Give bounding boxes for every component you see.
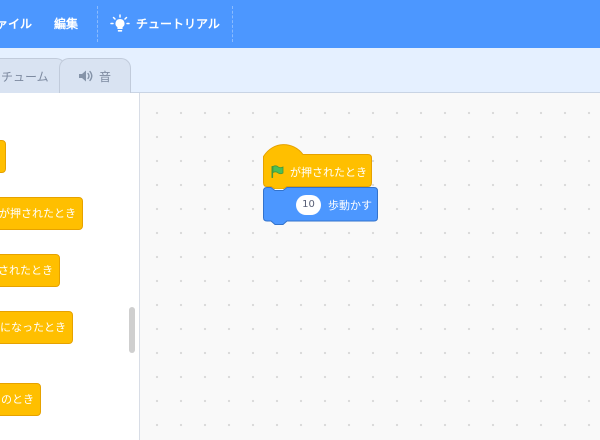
- menu-divider: [97, 6, 98, 42]
- tab-sounds[interactable]: 音: [59, 58, 131, 93]
- speaker-icon: [78, 69, 94, 83]
- palette-block-when-backdrop-switches[interactable]: になったとき: [0, 311, 73, 344]
- tab-sounds-label: 音: [99, 69, 112, 84]
- palette-block-when-sprite-clicked[interactable]: されたとき: [0, 254, 60, 287]
- when-flag-clicked-label: が押されたとき: [290, 166, 367, 179]
- palette-block-events[interactable]: [0, 140, 6, 173]
- move-steps-input[interactable]: 10: [296, 195, 321, 215]
- palette-block-when-greater-than[interactable]: のとき: [0, 383, 41, 416]
- lightbulb-icon: [110, 14, 130, 34]
- menu-bar: ァイル 編集 チュートリアル: [0, 0, 600, 48]
- block-palette: が押されたとき されたとき になったとき のとき: [0, 93, 140, 440]
- menu-edit[interactable]: 編集: [54, 0, 78, 48]
- when-flag-clicked-block[interactable]: が押されたとき: [263, 142, 372, 189]
- palette-block-when-flag-clicked[interactable]: が押されたとき: [0, 197, 83, 230]
- menu-divider: [232, 6, 233, 42]
- menu-file[interactable]: ァイル: [0, 0, 32, 48]
- palette-scrollbar[interactable]: [129, 307, 135, 353]
- tab-costumes-label: チューム: [1, 69, 49, 84]
- editor-tabs: チューム 音: [0, 48, 600, 93]
- menu-tutorials[interactable]: チュートリアル: [110, 0, 220, 48]
- move-steps-block[interactable]: 10 歩動かす: [263, 187, 378, 227]
- move-steps-label: 歩動かす: [328, 199, 372, 212]
- menu-tutorials-label: チュートリアル: [136, 17, 220, 31]
- tab-costumes[interactable]: チューム: [0, 58, 66, 93]
